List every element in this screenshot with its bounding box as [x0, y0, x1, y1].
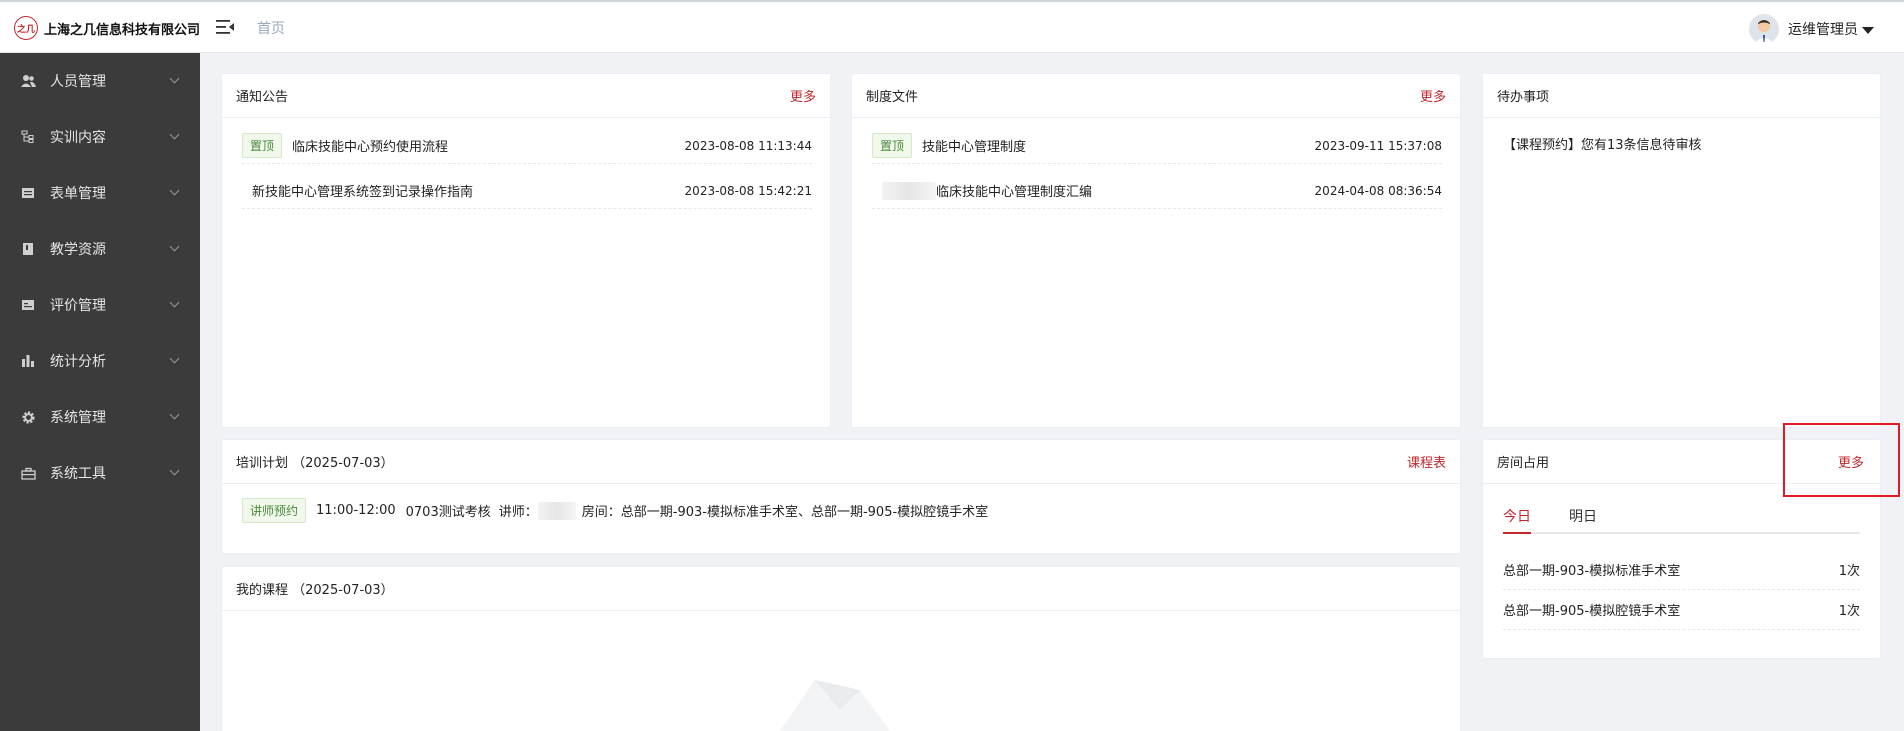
- more-link[interactable]: 更多: [790, 86, 816, 105]
- caret-down-icon: [1862, 26, 1874, 34]
- more-link[interactable]: 更多: [1838, 452, 1864, 471]
- sidebar-item-users[interactable]: 人员管理: [0, 53, 200, 109]
- sidebar-item-system[interactable]: 系统管理: [0, 389, 200, 445]
- company-name: 上海之几信息科技有限公司: [44, 22, 201, 38]
- username: 运维管理员: [1788, 22, 1858, 38]
- chevron-down-icon: [169, 185, 180, 196]
- chevron-down-icon: [169, 409, 180, 420]
- room-occupancy-card: 房间占用 更多 今日 明日 总部一期-903-模拟标准手术室 1次 总部一期-9…: [1482, 439, 1881, 659]
- sidebar-item-forms[interactable]: 表单管理: [0, 165, 200, 221]
- sidebar-item-label: 系统工具: [50, 466, 106, 482]
- sidebar-item-label: 教学资源: [50, 242, 106, 258]
- item-title: 临床技能中心预约使用流程: [292, 140, 449, 155]
- book-icon: [20, 241, 36, 257]
- card-title: 待办事项: [1497, 90, 1550, 105]
- list-item[interactable]: 新技能中心管理系统签到记录操作指南 2023-08-08 15:42:21: [242, 173, 812, 209]
- item-title: 临床技能中心管理制度汇编: [936, 185, 1093, 200]
- sidebar-item-resources[interactable]: 教学资源: [0, 221, 200, 277]
- avatar-icon: [1749, 14, 1779, 44]
- training-course: 0703测试考核: [405, 505, 491, 520]
- toolbox-icon: [20, 465, 36, 481]
- sidebar-item-label: 评价管理: [50, 298, 106, 314]
- training-item[interactable]: 讲师预约 11:00-12:00 0703测试考核 讲师： 房间： 总部一期-9…: [242, 498, 988, 523]
- sidebar: 人员管理 实训内容 表单管理 教学资源 评价管理 统计分析 系统管理 系统工具: [0, 53, 200, 731]
- sidebar-item-label: 表单管理: [50, 186, 106, 202]
- sidebar-item-label: 人员管理: [50, 74, 106, 90]
- more-link[interactable]: 更多: [1420, 86, 1446, 105]
- training-plan-card: 培训计划 （2025-07-03） 课程表 讲师预约 11:00-12:00 0…: [221, 439, 1461, 554]
- item-title: 技能中心管理制度: [922, 140, 1027, 155]
- policy-card: 制度文件 更多 置顶 技能中心管理制度 2023-09-11 15:37:08 …: [851, 73, 1461, 428]
- schedule-link[interactable]: 课程表: [1407, 452, 1446, 471]
- card-title: 房间占用: [1497, 456, 1550, 471]
- tree-icon: [20, 129, 36, 145]
- item-date: 2023-08-08 11:13:44: [684, 138, 812, 153]
- room-label: 房间：: [581, 505, 621, 520]
- chevron-down-icon: [169, 73, 180, 84]
- logo: 之几 上海之几信息科技有限公司: [14, 16, 200, 40]
- pinned-tag: 置顶: [242, 133, 283, 158]
- form-icon: [20, 185, 36, 201]
- pinned-tag: 置顶: [872, 133, 913, 158]
- bar-chart-icon: [20, 353, 36, 369]
- lecturer-label: 讲师：: [498, 505, 538, 520]
- notice-card: 通知公告 更多 置顶 临床技能中心预约使用流程 2023-08-08 11:13…: [221, 73, 831, 428]
- card-title: 我的课程 （2025-07-03）: [236, 583, 394, 598]
- breadcrumb-home[interactable]: 首页: [257, 18, 285, 38]
- list-item[interactable]: 置顶 技能中心管理制度 2023-09-11 15:37:08: [872, 128, 1442, 164]
- room-name: 总部一期-903-模拟标准手术室: [1503, 564, 1681, 579]
- training-rooms: 总部一期-903-模拟标准手术室、总部一期-905-模拟腔镜手术室: [620, 505, 989, 520]
- chevron-down-icon: [169, 465, 180, 476]
- rating-icon: [20, 297, 36, 313]
- room-name: 总部一期-905-模拟腔镜手术室: [1503, 604, 1681, 619]
- redacted-block: [537, 501, 576, 520]
- item-date: 2023-09-11 15:37:08: [1314, 138, 1442, 153]
- item-title: 新技能中心管理系统签到记录操作指南: [252, 185, 474, 200]
- logo-mark: 之几: [14, 16, 38, 40]
- todo-card: 待办事项 【课程预约】您有13条信息待审核: [1482, 73, 1881, 428]
- empty-state-illustration: [780, 680, 890, 731]
- redacted-block: [882, 181, 936, 200]
- item-date: 2023-08-08 15:42:21: [684, 183, 812, 198]
- top-header: 之几 上海之几信息科技有限公司 首页 运维管理员: [0, 0, 1904, 53]
- sidebar-item-label: 系统管理: [50, 410, 106, 426]
- card-title: 培训计划 （2025-07-03）: [236, 456, 394, 471]
- sidebar-item-label: 统计分析: [50, 354, 106, 370]
- sidebar-item-tools[interactable]: 系统工具: [0, 445, 200, 501]
- chevron-down-icon: [169, 241, 180, 252]
- card-title: 通知公告: [236, 90, 289, 105]
- sidebar-item-label: 实训内容: [50, 130, 106, 146]
- chevron-down-icon: [169, 297, 180, 308]
- tab-today[interactable]: 今日: [1503, 506, 1531, 534]
- list-item[interactable]: 置顶 临床技能中心预约使用流程 2023-08-08 11:13:44: [242, 128, 812, 164]
- todo-item[interactable]: 【课程预约】您有13条信息待审核: [1503, 134, 1702, 153]
- sidebar-item-statistics[interactable]: 统计分析: [0, 333, 200, 389]
- avatar: [1749, 14, 1779, 44]
- room-count: 1次: [1838, 604, 1860, 619]
- card-title: 制度文件: [866, 90, 919, 105]
- chevron-down-icon: [169, 353, 180, 364]
- sidebar-item-evaluation[interactable]: 评价管理: [0, 277, 200, 333]
- sidebar-item-training[interactable]: 实训内容: [0, 109, 200, 165]
- menu-fold-icon[interactable]: [215, 18, 235, 36]
- table-row[interactable]: 总部一期-905-模拟腔镜手术室 1次: [1503, 590, 1860, 630]
- tab-tomorrow[interactable]: 明日: [1569, 506, 1597, 532]
- table-row[interactable]: 总部一期-903-模拟标准手术室 1次: [1503, 550, 1860, 590]
- users-icon: [20, 73, 36, 89]
- lecturer-booking-tag: 讲师预约: [242, 498, 307, 523]
- list-item[interactable]: 临床技能中心管理制度汇编 2024-04-08 08:36:54: [872, 173, 1442, 209]
- chevron-down-icon: [169, 129, 180, 140]
- item-date: 2024-04-08 08:36:54: [1314, 183, 1442, 198]
- training-time: 11:00-12:00: [316, 503, 396, 518]
- room-count: 1次: [1838, 564, 1860, 579]
- user-menu[interactable]: 运维管理员: [1749, 14, 1874, 44]
- day-tabs: 今日 明日: [1503, 506, 1860, 534]
- gear-icon: [20, 409, 36, 425]
